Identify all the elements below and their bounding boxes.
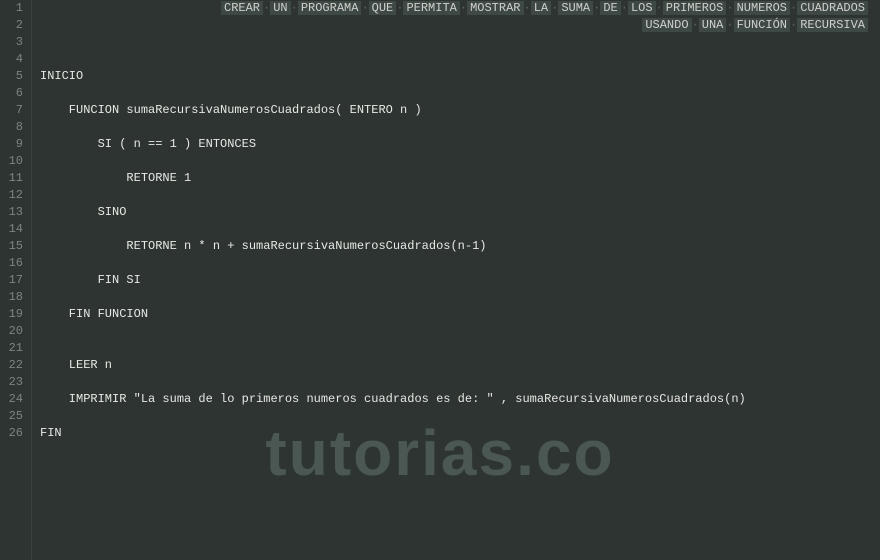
- line-number: 23: [0, 374, 23, 391]
- code-line[interactable]: [40, 153, 880, 170]
- header-word: DE: [600, 1, 620, 15]
- code-line[interactable]: IMPRIMIR "La suma de lo primeros numeros…: [40, 391, 880, 408]
- code-line[interactable]: [40, 34, 880, 51]
- line-number: 5: [0, 68, 23, 85]
- code-line[interactable]: INICIO: [40, 68, 880, 85]
- line-number: 20: [0, 323, 23, 340]
- header-comment: USANDO·UNA·FUNCIÓN·RECURSIVA: [40, 17, 880, 34]
- header-word: CUADRADOS: [797, 1, 868, 15]
- code-line[interactable]: FIN FUNCION: [40, 306, 880, 323]
- header-word: PROGRAMA: [298, 1, 362, 15]
- line-number: 21: [0, 340, 23, 357]
- header-word: UN: [270, 1, 290, 15]
- header-word: SUMA: [558, 1, 593, 15]
- line-number: 25: [0, 408, 23, 425]
- header-word: UNA: [699, 18, 727, 32]
- line-number: 9: [0, 136, 23, 153]
- code-line[interactable]: SINO: [40, 204, 880, 221]
- line-number: 2: [0, 17, 23, 34]
- line-number: 19: [0, 306, 23, 323]
- header-word: PERMITA: [403, 1, 459, 15]
- code-line[interactable]: [40, 340, 880, 357]
- code-line[interactable]: SI ( n == 1 ) ENTONCES: [40, 136, 880, 153]
- line-number: 26: [0, 425, 23, 442]
- line-number: 8: [0, 119, 23, 136]
- code-editor[interactable]: 1234567891011121314151617181920212223242…: [0, 0, 880, 560]
- code-line[interactable]: USANDO·UNA·FUNCIÓN·RECURSIVA: [40, 17, 880, 34]
- header-word: LA: [531, 1, 551, 15]
- code-line[interactable]: [40, 119, 880, 136]
- line-number: 16: [0, 255, 23, 272]
- line-number-gutter: 1234567891011121314151617181920212223242…: [0, 0, 32, 560]
- line-number: 22: [0, 357, 23, 374]
- code-line[interactable]: [40, 187, 880, 204]
- code-content-area[interactable]: CREAR·UN·PROGRAMA·QUE·PERMITA·MOSTRAR·LA…: [32, 0, 880, 560]
- line-number: 17: [0, 272, 23, 289]
- line-number: 11: [0, 170, 23, 187]
- code-line[interactable]: [40, 51, 880, 68]
- header-word: CREAR: [221, 1, 263, 15]
- code-line[interactable]: [40, 289, 880, 306]
- line-number: 18: [0, 289, 23, 306]
- line-number: 1: [0, 0, 23, 17]
- header-word: PRIMEROS: [663, 1, 727, 15]
- code-line[interactable]: FIN SI: [40, 272, 880, 289]
- header-word: RECURSIVA: [797, 18, 868, 32]
- code-line[interactable]: [40, 408, 880, 425]
- line-number: 14: [0, 221, 23, 238]
- header-word: NUMEROS: [734, 1, 790, 15]
- code-line[interactable]: RETORNE 1: [40, 170, 880, 187]
- header-word: FUNCIÓN: [734, 18, 790, 32]
- line-number: 10: [0, 153, 23, 170]
- header-word: USANDO: [642, 18, 691, 32]
- code-line[interactable]: FUNCION sumaRecursivaNumerosCuadrados( E…: [40, 102, 880, 119]
- line-number: 15: [0, 238, 23, 255]
- line-number: 12: [0, 187, 23, 204]
- line-number: 7: [0, 102, 23, 119]
- code-line[interactable]: [40, 221, 880, 238]
- line-number: 24: [0, 391, 23, 408]
- line-number: 3: [0, 34, 23, 51]
- line-number: 6: [0, 85, 23, 102]
- header-word: MOSTRAR: [467, 1, 523, 15]
- line-number: 13: [0, 204, 23, 221]
- code-line[interactable]: [40, 323, 880, 340]
- code-line[interactable]: RETORNE n * n + sumaRecursivaNumerosCuad…: [40, 238, 880, 255]
- code-line[interactable]: [40, 85, 880, 102]
- header-word: QUE: [369, 1, 397, 15]
- code-line[interactable]: LEER n: [40, 357, 880, 374]
- code-line[interactable]: FIN: [40, 425, 880, 442]
- code-line[interactable]: [40, 255, 880, 272]
- code-line[interactable]: [40, 374, 880, 391]
- header-comment: CREAR·UN·PROGRAMA·QUE·PERMITA·MOSTRAR·LA…: [40, 0, 880, 17]
- line-number: 4: [0, 51, 23, 68]
- code-line[interactable]: CREAR·UN·PROGRAMA·QUE·PERMITA·MOSTRAR·LA…: [40, 0, 880, 17]
- header-word: LOS: [628, 1, 656, 15]
